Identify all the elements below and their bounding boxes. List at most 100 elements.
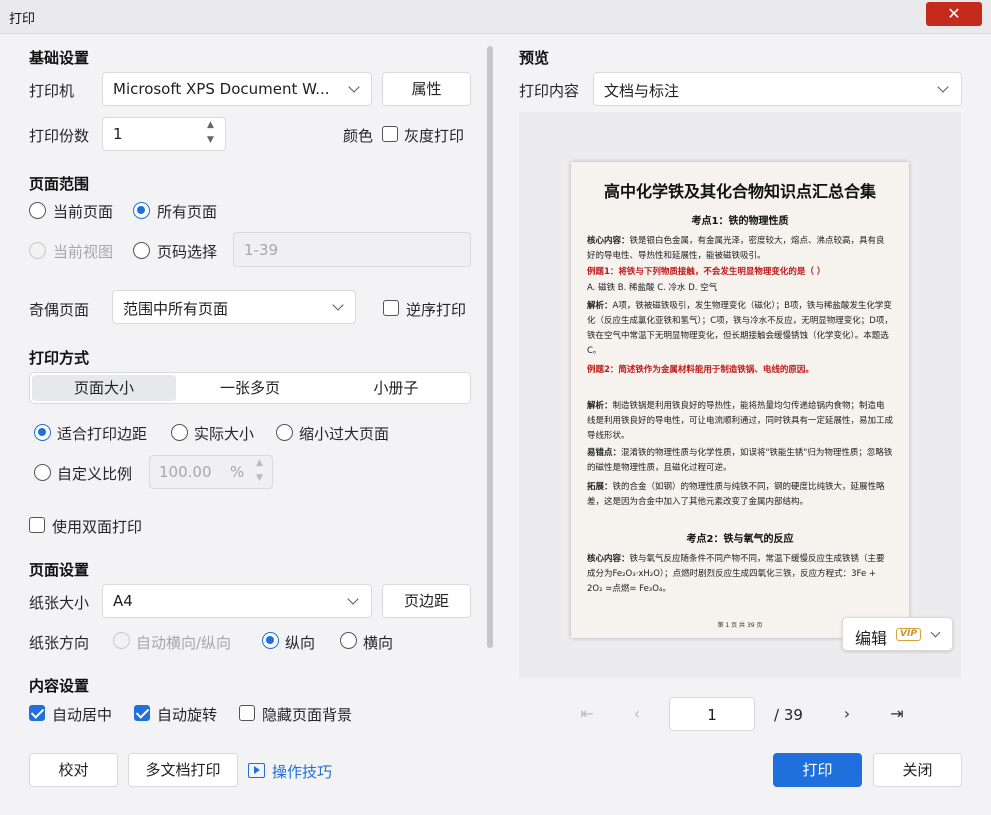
chevron-down-icon xyxy=(347,593,359,605)
auto-rotate-label: 自动旋转 xyxy=(157,706,218,724)
auto-rotate-checkbox[interactable] xyxy=(134,705,150,721)
copies-label: 打印份数 xyxy=(29,127,90,145)
page-range-input[interactable]: 1-39 xyxy=(233,232,471,267)
multi-document-print-button[interactable]: 多文档打印 xyxy=(128,753,238,787)
tab-multi-page[interactable]: 一张多页 xyxy=(178,375,322,401)
last-page-icon[interactable]: ⇥ xyxy=(887,704,907,723)
auto-center-checkbox[interactable] xyxy=(29,705,45,721)
preview-page: 高中化学铁及其化合物知识点汇总合集 考点1：铁的物理性质 核心内容：铁是银白色金… xyxy=(571,162,909,638)
current-page-value: 1 xyxy=(707,706,717,724)
hide-background-label: 隐藏页面背景 xyxy=(262,706,353,724)
page-total: / 39 xyxy=(774,706,803,724)
prev-page-icon[interactable]: ‹ xyxy=(628,704,646,723)
grayscale-checkbox[interactable] xyxy=(382,126,398,142)
paper-size-select[interactable]: A4 xyxy=(102,584,372,618)
doc-analysis-1: 解析：A项，铁被磁铁吸引，发生物理变化（磁化）；B项，铁与稀盐酸发生化学变化（反… xyxy=(587,301,893,356)
odd-even-select[interactable]: 范围中所有页面 xyxy=(112,290,356,324)
chevron-down-icon xyxy=(332,299,344,311)
doc-analysis-2: 解析：制造铁锅是利用铁良好的导热性，能将热量均匀传递给锅内食物；制造电线是利用铁… xyxy=(587,401,894,441)
portrait-radio[interactable] xyxy=(262,632,279,649)
print-content-select[interactable]: 文档与标注 xyxy=(593,72,962,106)
page-range-heading: 页面范围 xyxy=(29,175,90,193)
auto-orientation-label: 自动横向/纵向 xyxy=(136,634,232,652)
paper-size-label: 纸张大小 xyxy=(29,594,90,612)
custom-scale-radio[interactable] xyxy=(34,464,51,481)
shrink-large-radio[interactable] xyxy=(276,424,293,441)
landscape-radio[interactable] xyxy=(340,632,357,649)
print-content-value: 文档与标注 xyxy=(604,82,680,100)
title-bar: 打印 ✕ xyxy=(0,0,991,34)
page-select-label: 页码选择 xyxy=(157,243,218,261)
shrink-large-label: 缩小过大页面 xyxy=(299,425,390,443)
page-range-placeholder: 1-39 xyxy=(244,241,279,259)
landscape-label: 横向 xyxy=(363,634,394,652)
chevron-down-icon xyxy=(348,81,360,93)
print-content-label: 打印内容 xyxy=(519,82,580,100)
printer-select[interactable]: Microsoft XPS Document W... xyxy=(102,72,372,106)
actual-size-label: 实际大小 xyxy=(194,425,255,443)
doc-paragraph-2: 核心内容：铁与氧气反应随条件不同产物不同，常温下缓慢反应生成铁锈（主要成分为Fe… xyxy=(587,554,885,594)
proofread-button[interactable]: 校对 xyxy=(29,753,118,787)
tips-link-label: 操作技巧 xyxy=(272,763,333,781)
custom-scale-label: 自定义比例 xyxy=(57,465,133,483)
reverse-print-label: 逆序打印 xyxy=(406,301,467,319)
current-page-label: 当前页面 xyxy=(53,203,114,221)
print-button[interactable]: 打印 xyxy=(773,753,862,787)
fit-margins-label: 适合打印边距 xyxy=(57,425,148,443)
margins-button[interactable]: 页边距 xyxy=(382,584,471,618)
auto-orientation-radio xyxy=(113,632,130,649)
auto-center-label: 自动居中 xyxy=(52,706,113,724)
printer-label: 打印机 xyxy=(29,82,75,100)
play-icon xyxy=(248,763,265,778)
edit-button[interactable]: 编辑 VIP xyxy=(842,617,953,651)
vip-badge: VIP xyxy=(896,628,921,641)
settings-scrollbar[interactable] xyxy=(487,46,493,648)
doc-mistake: 易错点：混淆铁的物理性质与化学性质，如误将"铁能生锈"归为物理性质；忽略铁的磁性… xyxy=(587,448,893,473)
stepper-up-icon[interactable]: ▲ xyxy=(207,120,214,130)
print-mode-tabs: 页面大小 一张多页 小册子 xyxy=(29,372,471,404)
stepper-up-icon: ▲ xyxy=(256,458,263,468)
scale-unit: % xyxy=(230,463,245,481)
chevron-down-icon xyxy=(937,81,949,93)
basic-settings-heading: 基础设置 xyxy=(29,49,90,67)
doc-paragraph-1: 核心内容：铁是银白色金属，有金属光泽，密度较大，熔点、沸点较高，具有良好的导电性… xyxy=(587,236,885,261)
page-setup-heading: 页面设置 xyxy=(29,561,90,579)
reverse-print-checkbox[interactable] xyxy=(383,300,399,316)
properties-button[interactable]: 属性 xyxy=(382,72,471,106)
doc-title: 高中化学铁及其化合物知识点汇总合集 xyxy=(603,182,876,201)
doc-heading-1: 考点1：铁的物理性质 xyxy=(691,216,789,227)
copies-value: 1 xyxy=(113,125,123,143)
all-pages-radio[interactable] xyxy=(133,202,150,219)
page-select-radio[interactable] xyxy=(133,242,150,259)
print-mode-heading: 打印方式 xyxy=(29,349,90,367)
content-settings-heading: 内容设置 xyxy=(29,677,90,695)
close-button[interactable]: 关闭 xyxy=(873,753,962,787)
scale-stepper[interactable]: 100.00 % ▲ ▼ xyxy=(149,455,273,489)
fit-margins-radio[interactable] xyxy=(34,424,51,441)
page-number-input[interactable]: 1 xyxy=(669,697,755,731)
stepper-down-icon[interactable]: ▼ xyxy=(207,135,214,145)
actual-size-radio[interactable] xyxy=(171,424,188,441)
close-icon: ✕ xyxy=(947,4,961,23)
close-window-button[interactable]: ✕ xyxy=(926,2,982,26)
first-page-icon[interactable]: ⇤ xyxy=(578,704,596,723)
tab-page-size[interactable]: 页面大小 xyxy=(32,375,176,401)
copies-stepper[interactable]: 1 ▲ ▼ xyxy=(102,117,226,151)
tab-booklet[interactable]: 小册子 xyxy=(324,375,468,401)
hide-background-checkbox[interactable] xyxy=(239,705,255,721)
portrait-label: 纵向 xyxy=(285,634,316,652)
current-page-radio[interactable] xyxy=(29,202,46,219)
doc-heading-2: 考点2：铁与氧气的反应 xyxy=(686,534,794,545)
next-page-icon[interactable]: › xyxy=(838,704,856,723)
doc-extension: 拓展：铁的合金（如钢）的物理性质与纯铁不同，钢的硬度比纯铁大，延展性略差，这是因… xyxy=(587,482,885,507)
orientation-label: 纸张方向 xyxy=(29,634,90,652)
chevron-down-icon xyxy=(930,627,941,638)
all-pages-label: 所有页面 xyxy=(157,203,218,221)
current-view-radio xyxy=(29,242,46,259)
edit-button-label: 编辑 xyxy=(855,629,888,648)
stepper-down-icon: ▼ xyxy=(256,473,263,483)
doc-example-2: 例题2：简述铁作为金属材料能用于制造铁锅、电线的原因。 xyxy=(587,365,814,375)
duplex-checkbox[interactable] xyxy=(29,517,45,533)
window-title: 打印 xyxy=(9,12,36,27)
printer-value: Microsoft XPS Document W... xyxy=(113,80,330,98)
